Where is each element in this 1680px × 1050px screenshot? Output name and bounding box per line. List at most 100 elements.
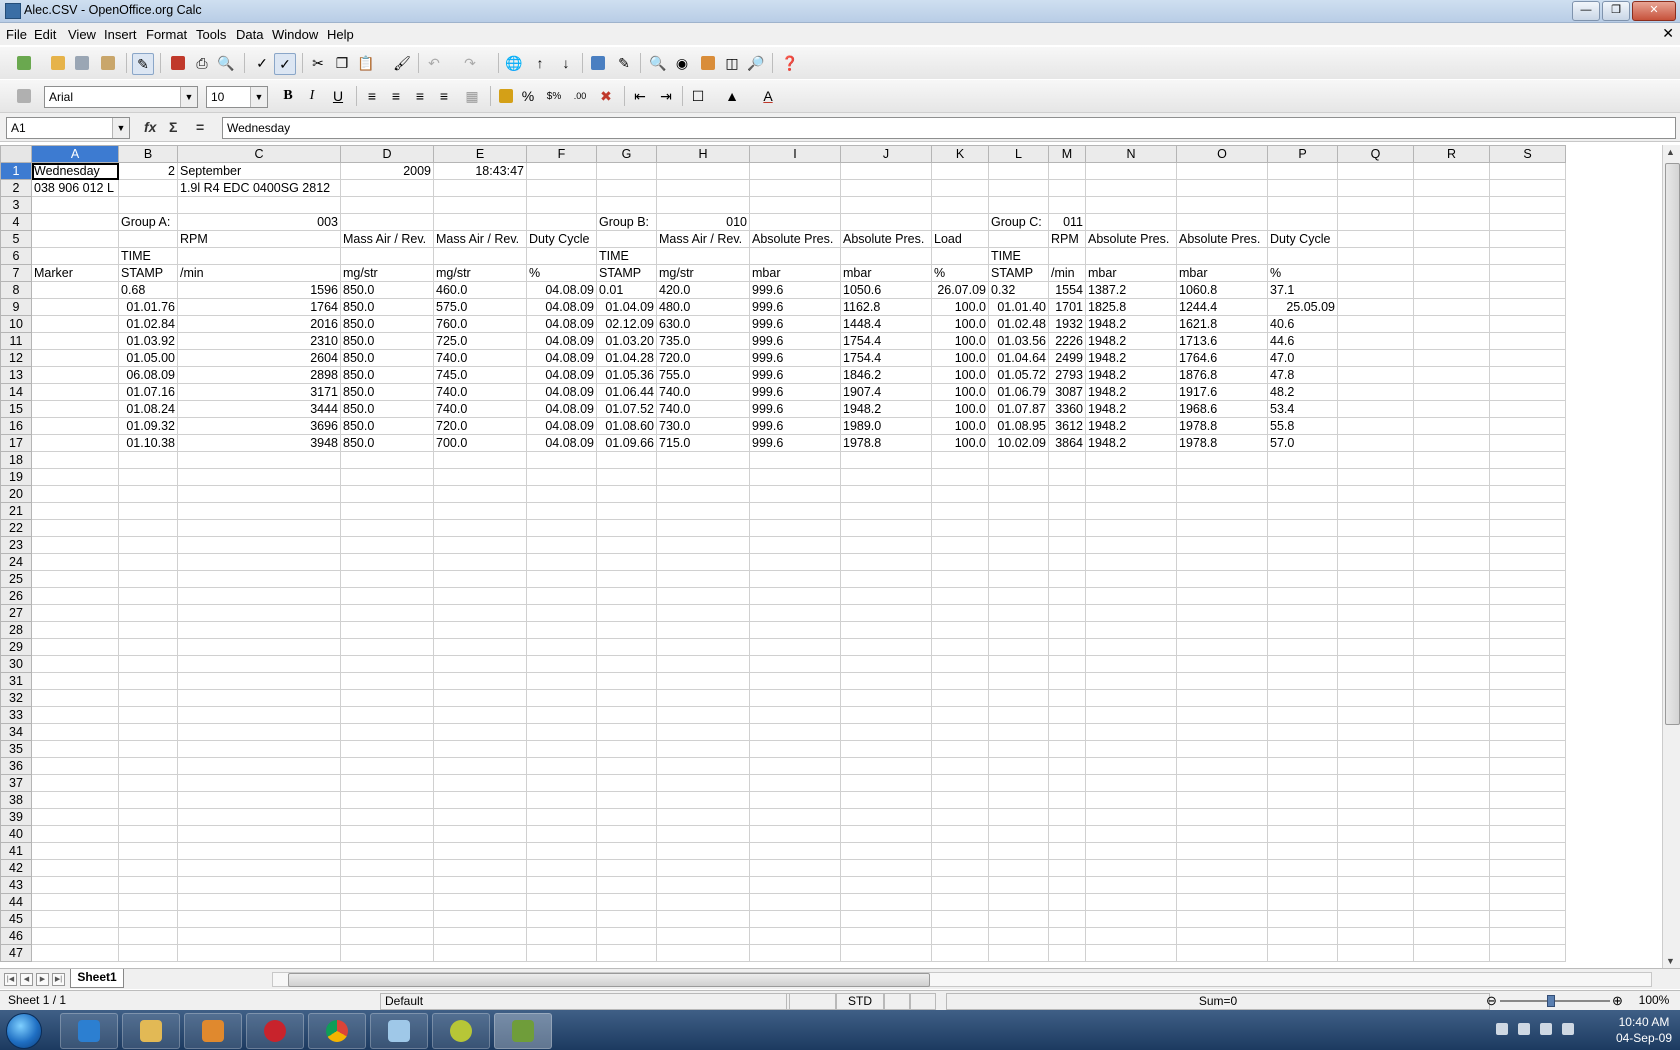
cell[interactable]: Wednesday: [31, 162, 119, 180]
cell[interactable]: [1489, 553, 1566, 571]
cell[interactable]: [118, 842, 178, 860]
cell[interactable]: [749, 859, 841, 877]
cell[interactable]: [596, 723, 657, 741]
cell[interactable]: 01.01.40: [988, 298, 1049, 316]
cell[interactable]: 01.04.64: [988, 349, 1049, 367]
cell[interactable]: [1085, 638, 1177, 656]
currency-format-icon[interactable]: [496, 86, 516, 106]
cell[interactable]: [1176, 944, 1268, 962]
cell[interactable]: [177, 791, 341, 809]
cell[interactable]: [840, 689, 932, 707]
cell[interactable]: 630.0: [656, 315, 750, 333]
cell[interactable]: [840, 519, 932, 537]
cell[interactable]: 011: [1048, 213, 1086, 231]
cell[interactable]: [177, 485, 341, 503]
cell[interactable]: [840, 196, 932, 214]
cell[interactable]: [1085, 672, 1177, 690]
hyperlink-icon[interactable]: 🌐: [504, 53, 524, 73]
cell[interactable]: /min: [177, 264, 341, 282]
cell[interactable]: [1085, 893, 1177, 911]
cell[interactable]: [118, 927, 178, 945]
cell[interactable]: TIME: [988, 247, 1049, 265]
cell[interactable]: [31, 519, 119, 537]
cell[interactable]: 01.09.32: [118, 417, 178, 435]
cell[interactable]: [656, 876, 750, 894]
cell[interactable]: [931, 740, 989, 758]
cell[interactable]: [31, 213, 119, 231]
cell[interactable]: [177, 842, 341, 860]
cell[interactable]: [118, 791, 178, 809]
cell[interactable]: [1337, 434, 1414, 452]
cell[interactable]: [1489, 281, 1566, 299]
zoom-in-icon[interactable]: ⊕: [1612, 993, 1623, 1009]
cell[interactable]: [656, 774, 750, 792]
menu-window[interactable]: Window: [272, 27, 318, 42]
column-header[interactable]: P: [1267, 145, 1338, 163]
cell[interactable]: [340, 655, 434, 673]
cell[interactable]: [177, 536, 341, 554]
cell[interactable]: [1489, 434, 1566, 452]
cell[interactable]: [340, 774, 434, 792]
cell[interactable]: [749, 655, 841, 673]
taskbar-app[interactable]: [432, 1013, 490, 1049]
new-document-icon[interactable]: [14, 53, 34, 73]
cell[interactable]: 18:43:47: [433, 162, 527, 180]
decrease-indent-icon[interactable]: ⇤: [630, 86, 650, 106]
cell[interactable]: 1754.4: [840, 349, 932, 367]
cell[interactable]: 3948: [177, 434, 341, 452]
cell[interactable]: [1085, 910, 1177, 928]
last-sheet-icon[interactable]: ▶|: [52, 973, 65, 986]
cell[interactable]: [433, 638, 527, 656]
cell[interactable]: [1337, 927, 1414, 945]
cell[interactable]: 3612: [1048, 417, 1086, 435]
cell[interactable]: [1085, 876, 1177, 894]
cell[interactable]: [840, 672, 932, 690]
cell[interactable]: [526, 825, 597, 843]
percent-format-icon[interactable]: %: [518, 86, 538, 106]
cell[interactable]: [526, 213, 597, 231]
cell[interactable]: [177, 247, 341, 265]
cell[interactable]: [1267, 655, 1338, 673]
column-header[interactable]: I: [749, 145, 841, 163]
cell[interactable]: [749, 910, 841, 928]
cell[interactable]: [840, 910, 932, 928]
cell[interactable]: STAMP: [596, 264, 657, 282]
cell[interactable]: [656, 604, 750, 622]
cell[interactable]: [1413, 264, 1490, 282]
cell[interactable]: [433, 876, 527, 894]
cell[interactable]: Duty Cycle: [1267, 230, 1338, 248]
cell[interactable]: [1267, 808, 1338, 826]
cell[interactable]: 420.0: [656, 281, 750, 299]
cell[interactable]: [840, 621, 932, 639]
cell[interactable]: [988, 825, 1049, 843]
cell[interactable]: [118, 519, 178, 537]
cell[interactable]: 100.0: [931, 366, 989, 384]
cell[interactable]: 1713.6: [1176, 332, 1268, 350]
cell[interactable]: 47.8: [1267, 366, 1338, 384]
cell[interactable]: [433, 791, 527, 809]
cell[interactable]: [1085, 791, 1177, 809]
cell[interactable]: [1085, 706, 1177, 724]
cell[interactable]: [31, 842, 119, 860]
cell[interactable]: [656, 553, 750, 571]
column-header[interactable]: D: [340, 145, 434, 163]
cell[interactable]: [31, 468, 119, 486]
borders-icon[interactable]: ☐: [688, 86, 708, 106]
cell[interactable]: [840, 468, 932, 486]
cell[interactable]: [656, 587, 750, 605]
cell[interactable]: [1489, 230, 1566, 248]
cell[interactable]: [1489, 264, 1566, 282]
cell[interactable]: [526, 842, 597, 860]
cell[interactable]: [340, 502, 434, 520]
cell[interactable]: [1085, 808, 1177, 826]
cell[interactable]: [1413, 502, 1490, 520]
row-header[interactable]: 33: [0, 706, 32, 724]
cell[interactable]: [1413, 536, 1490, 554]
cell[interactable]: [1489, 519, 1566, 537]
cell[interactable]: [988, 689, 1049, 707]
cell[interactable]: [1337, 298, 1414, 316]
cell[interactable]: [988, 774, 1049, 792]
cell[interactable]: [1085, 621, 1177, 639]
cell[interactable]: 850.0: [340, 417, 434, 435]
cell[interactable]: mbar: [1085, 264, 1177, 282]
